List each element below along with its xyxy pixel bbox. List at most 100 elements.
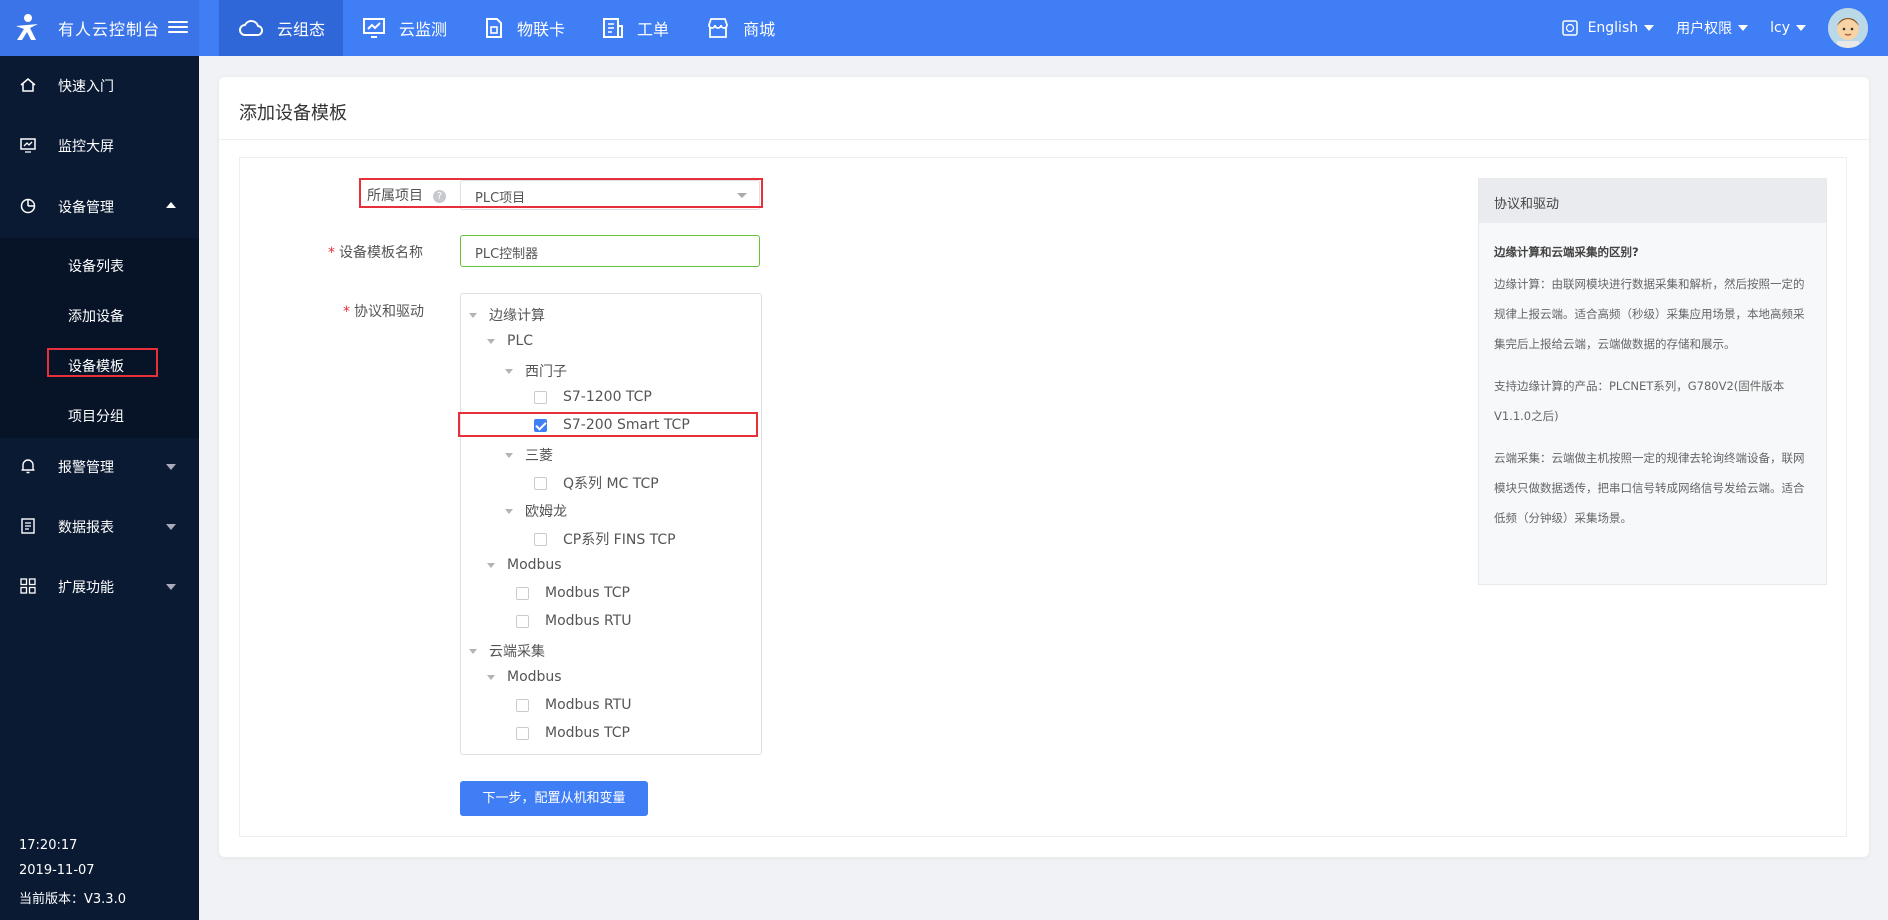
report-icon	[21, 518, 35, 534]
sidebar-item-device-management[interactable]: 设备管理	[0, 180, 199, 232]
nav-ticket[interactable]: 工单	[583, 0, 687, 56]
tree-node-modbus-rtu-cloud[interactable]: Modbus RTU	[516, 697, 632, 713]
sidebar-item-label: 扩展功能	[58, 580, 114, 596]
nav-cloud-monitor[interactable]: 云监测	[343, 0, 465, 56]
sidebar-item-label: 监控大屏	[58, 139, 114, 155]
help-question: 边缘计算和云端采集的区别?	[1494, 245, 1639, 259]
language-icon	[1561, 20, 1578, 36]
monitor-chart-icon	[363, 18, 386, 38]
tree-node-label: 西门子	[525, 364, 567, 380]
top-nav: 云组态 云监测 物联卡 工单 商城	[219, 0, 793, 56]
template-name-label: * 设备模板名称	[328, 242, 423, 262]
sidebar: 快速入门 监控大屏 设备管理 设备列表 添加设备 设备模板 项目分组 报警管理 …	[0, 56, 199, 920]
tree-node-mitsubishi[interactable]: 三菱	[505, 445, 553, 465]
sidebar-item-data-report[interactable]: 数据报表	[0, 500, 199, 552]
help-card-body: 边缘计算和云端采集的区别? 边缘计算：由联网模块进行数据采集和解析，然后按照一定…	[1479, 237, 1826, 533]
avatar-face-icon	[1828, 8, 1868, 48]
protocol-label-text: 协议和驱动	[354, 304, 424, 320]
sidebar-item-alarm-management[interactable]: 报警管理	[0, 440, 199, 492]
help-paragraph: 支持边缘计算的产品：PLCNET系列，G780V2(固件版本V1.1.0之后)	[1494, 379, 1785, 423]
tree-node-label: Modbus TCP	[545, 585, 630, 601]
user-permissions-menu[interactable]: 用户权限	[1676, 18, 1749, 38]
checkbox[interactable]	[516, 698, 529, 712]
tree-node-modbus-tcp-edge[interactable]: Modbus TCP	[516, 585, 630, 601]
tree-node-plc[interactable]: PLC	[487, 333, 533, 349]
tree-caret-icon	[505, 368, 513, 374]
tree-caret-icon	[469, 312, 477, 318]
sidebar-item-label: 快速入门	[58, 79, 114, 95]
tree-node-cloud-collect[interactable]: 云端采集	[469, 641, 545, 661]
tree-node-label: PLC	[507, 333, 534, 349]
sidebar-submenu: 设备列表 添加设备 设备模板 项目分组	[0, 238, 199, 438]
help-card: 协议和驱动 边缘计算和云端采集的区别? 边缘计算：由联网模块进行数据采集和解析，…	[1478, 178, 1827, 585]
tree-node-label: Modbus RTU	[545, 697, 632, 713]
menu-toggle-icon[interactable]	[168, 18, 188, 36]
checkbox[interactable]	[534, 476, 547, 490]
sidebar-item-quickstart[interactable]: 快速入门	[0, 59, 199, 111]
grid-icon	[20, 578, 36, 594]
tree-node-q-mc-tcp[interactable]: Q系列 MC TCP	[534, 473, 659, 493]
required-mark: *	[343, 304, 350, 320]
language-label: English	[1587, 20, 1639, 36]
tree-node-label: Q系列 MC TCP	[563, 476, 659, 492]
tree-node-edge-computing[interactable]: 边缘计算	[469, 305, 545, 325]
sim-card-icon	[486, 18, 503, 38]
checkbox[interactable]	[516, 586, 529, 600]
protocol-label: * 协议和驱动	[343, 301, 424, 321]
tree-caret-icon	[505, 452, 513, 458]
tree-node-label: 三菱	[525, 448, 553, 464]
clock-time: 17:20:17	[19, 838, 78, 853]
clock-date: 2019-11-07	[19, 863, 95, 878]
highlight-box	[359, 178, 763, 208]
nav-iot-card[interactable]: 物联卡	[465, 0, 583, 56]
page-title: 添加设备模板	[239, 103, 347, 124]
tree-node-label: Modbus	[507, 669, 562, 685]
chevron-up-icon	[166, 202, 176, 208]
chevron-down-icon	[166, 524, 176, 530]
tree-node-modbus-rtu-edge[interactable]: Modbus RTU	[516, 613, 632, 629]
tree-node-cp-fins-tcp[interactable]: CP系列 FINS TCP	[534, 529, 676, 549]
sidebar-item-monitor-screen[interactable]: 监控大屏	[0, 119, 199, 171]
template-name-label-text: 设备模板名称	[339, 245, 423, 261]
sidebar-subitem-device-list[interactable]: 设备列表	[68, 256, 124, 276]
brand-logo[interactable]: 有人云控制台	[0, 0, 199, 56]
home-icon	[20, 78, 36, 92]
permissions-label: 用户权限	[1676, 21, 1733, 37]
checkbox[interactable]	[534, 390, 547, 404]
tree-node-modbus-cloud[interactable]: Modbus	[487, 669, 562, 685]
nav-label: 物联卡	[517, 20, 566, 39]
checkbox[interactable]	[516, 614, 529, 628]
checkbox[interactable]	[534, 532, 547, 546]
next-step-button[interactable]: 下一步，配置从机和变量	[460, 781, 648, 816]
tree-node-modbus-tcp-cloud[interactable]: Modbus TCP	[516, 725, 630, 741]
highlight-box	[458, 412, 758, 437]
tree-caret-icon	[487, 562, 495, 568]
template-name-input[interactable]: PLC控制器	[460, 235, 760, 267]
sidebar-item-extensions[interactable]: 扩展功能	[0, 560, 199, 612]
tree-node-s7-1200[interactable]: S7-1200 TCP	[534, 389, 652, 405]
help-paragraph: 云端采集：云端做主机按照一定的规律去轮询终端设备，联网模块只做数据透传，把串口信…	[1494, 451, 1805, 525]
tree-node-label: CP系列 FINS TCP	[563, 532, 676, 548]
checkbox[interactable]	[516, 726, 529, 740]
tree-node-label: 边缘计算	[489, 308, 545, 324]
tree-caret-icon	[505, 508, 513, 514]
avatar[interactable]	[1828, 8, 1868, 48]
tree-node-label: S7-1200 TCP	[563, 389, 652, 405]
language-switch[interactable]: English	[1561, 20, 1655, 36]
brand-name: 有人云控制台	[58, 20, 161, 39]
sidebar-subitem-project-group[interactable]: 项目分组	[68, 406, 124, 426]
sidebar-subitem-add-device[interactable]: 添加设备	[68, 306, 124, 326]
user-menu[interactable]: lcy	[1770, 20, 1806, 36]
nav-cloud-config[interactable]: 云组态	[219, 0, 344, 56]
tree-node-modbus-edge[interactable]: Modbus	[487, 557, 562, 573]
nav-shop[interactable]: 商城	[687, 0, 793, 56]
template-name-value: PLC控制器	[475, 247, 539, 262]
tree-node-omron[interactable]: 欧姆龙	[505, 501, 567, 521]
chevron-down-icon	[1644, 25, 1655, 31]
shop-icon	[708, 18, 728, 38]
tree-node-label: Modbus RTU	[545, 613, 632, 629]
top-right-menu: English 用户权限 lcy	[1561, 0, 1888, 56]
protocol-tree: 边缘计算 PLC 西门子 S7-1200 TCP S7-200 Smart TC…	[460, 293, 762, 755]
screen-icon	[20, 138, 36, 153]
tree-node-siemens[interactable]: 西门子	[505, 361, 567, 381]
